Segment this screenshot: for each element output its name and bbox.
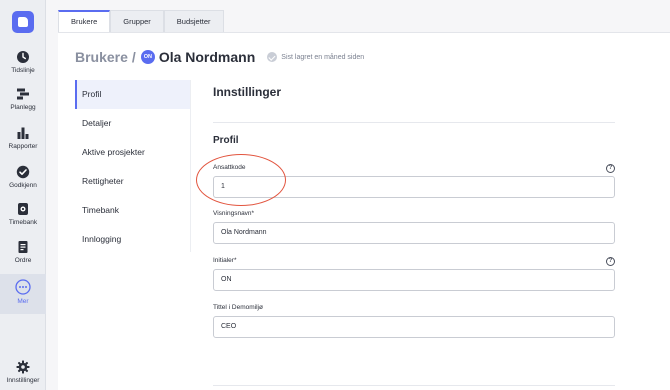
left-nav-rail: Tidslinje Planlegg Rapporter Godkjenn Ti…	[0, 0, 46, 390]
nav-item-ordre[interactable]: Ordre	[0, 240, 46, 276]
breadcrumb-separator: /	[131, 49, 136, 65]
help-icon[interactable]: ?	[606, 257, 615, 266]
subnav-divider	[190, 80, 191, 252]
field-label: Visningsnavn*	[213, 210, 255, 217]
nav-label: Innstillinger	[6, 377, 40, 384]
subnav-item-innlogging[interactable]: Innlogging	[75, 225, 190, 254]
document-icon	[18, 241, 28, 253]
subnav-item-rettigheter[interactable]: Rettigheter	[75, 167, 190, 196]
nav-label: Mer	[17, 298, 29, 305]
nav-label: Rapporter	[8, 143, 38, 150]
divider	[213, 122, 615, 123]
visningsnavn-input[interactable]: Ola Nordmann	[213, 222, 615, 244]
bar-chart-icon	[17, 127, 29, 139]
nav-label: Tidslinje	[11, 67, 35, 74]
tab-brukere[interactable]: Brukere	[58, 10, 111, 32]
nav-item-mer[interactable]: Mer	[0, 274, 46, 314]
highlight-annotation	[196, 154, 286, 206]
help-icon[interactable]: ?	[606, 164, 615, 173]
tab-grupper[interactable]: Grupper	[110, 10, 164, 32]
field-visningsnavn: Visningsnavn* Ola Nordmann	[213, 209, 615, 244]
nav-label: Godkjenn	[9, 182, 37, 189]
divider	[213, 385, 615, 386]
gantt-icon	[17, 88, 29, 100]
field-initialer: Initialer* ? ON	[213, 256, 615, 291]
initialer-input[interactable]: ON	[213, 269, 615, 291]
settings-content: Innstillinger Profil	[213, 85, 615, 146]
page-title: Ola Nordmann	[158, 49, 256, 65]
tittel-input[interactable]: CEO	[213, 316, 615, 338]
breadcrumb: Brukere / ON Ola Nordmann Sist lagret en…	[75, 48, 364, 66]
save-status: Sist lagret en måned siden	[267, 52, 364, 62]
subsection-title: Profil	[213, 135, 239, 146]
tab-budsjetter[interactable]: Budsjetter	[163, 10, 224, 32]
field-label: Tittel i Demomiljø	[213, 304, 263, 311]
piggy-bank-icon	[18, 203, 28, 215]
nav-item-planlegg[interactable]: Planlegg	[0, 87, 46, 123]
save-status-text: Sist lagret en måned siden	[281, 53, 365, 61]
nav-item-godkjenn[interactable]: Godkjenn	[0, 165, 46, 201]
top-tabs: Brukere Grupper Budsjetter	[58, 10, 224, 32]
nav-item-rapporter[interactable]: Rapporter	[0, 126, 46, 162]
app-logo-icon[interactable]	[12, 11, 34, 33]
section-title: Innstillinger	[213, 85, 282, 99]
subnav-item-aktive-prosjekter[interactable]: Aktive prosjekter	[75, 138, 190, 167]
nav-label: Planlegg	[10, 104, 36, 111]
gear-icon	[16, 360, 30, 374]
check-circle-icon	[16, 165, 30, 179]
nav-item-tidslinje[interactable]: Tidslinje	[0, 50, 46, 86]
avatar: ON	[140, 50, 155, 64]
nav-item-timebank[interactable]: Timebank	[0, 202, 46, 238]
subnav-item-detaljer[interactable]: Detaljer	[75, 109, 190, 138]
field-label: Initialer*	[213, 257, 237, 264]
nav-label: Timebank	[8, 219, 38, 226]
subnav-item-timebank[interactable]: Timebank	[75, 196, 190, 225]
breadcrumb-parent-link[interactable]: Brukere	[75, 49, 128, 65]
more-icon	[15, 279, 31, 295]
field-tittel: Tittel i Demomiljø CEO	[213, 303, 615, 338]
settings-subnav: Profil Detaljer Aktive prosjekter Rettig…	[75, 80, 190, 254]
check-icon	[267, 52, 278, 62]
clock-icon	[17, 51, 29, 63]
nav-label: Ordre	[14, 257, 32, 264]
main-panel: Brukere / ON Ola Nordmann Sist lagret en…	[58, 32, 670, 390]
subnav-item-profil[interactable]: Profil	[75, 80, 190, 109]
nav-item-innstillinger[interactable]: Innstillinger	[0, 360, 46, 390]
